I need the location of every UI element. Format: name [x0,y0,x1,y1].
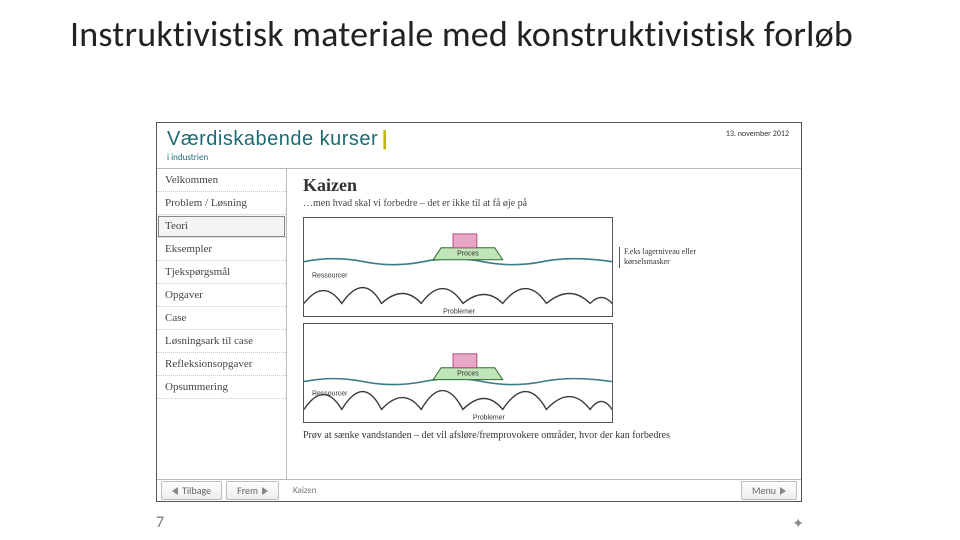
content-lead: …men hvad skal vi forbedre – det er ikke… [303,198,789,209]
logo-bar: | [382,128,388,150]
sidebar-item-refleksionsopgaver[interactable]: Refleksionsopgaver [157,353,286,376]
logo-main-text: Værdiskabende kurser [167,128,378,150]
sidebar-item-teori[interactable]: Teori [157,215,286,238]
nav-menu-label: Menu [752,484,776,497]
nav-back-button[interactable]: Tilbage [161,481,222,500]
header-date: 13. november 2012 [726,129,789,139]
embedded-screenshot: Værdiskabende kurser | i industrien 13. … [156,122,802,502]
diagram-lower-wave-label-2: Problemer [473,414,506,421]
nav-menu-button[interactable]: Menu [741,481,797,500]
chevron-right-icon [780,487,786,495]
diagram-side-note: F.eks lagerniveau eller kørselsmasker [619,247,709,268]
nav-forward-label: Frem [237,484,258,497]
ship-diagram-icon: Proces Ressourcer Problemer [304,218,612,317]
sidebar-item-losningsark[interactable]: Løsningsark til case [157,330,286,353]
sidebar-item-opsummering[interactable]: Opsummering [157,376,286,399]
diagram-box-upper: Proces Ressourcer Problemer [303,217,613,317]
diagram-lower-wave-label-1: Problemer [443,308,476,315]
sidebar-item-tjeksporgsmal[interactable]: Tjekspørgsmål [157,261,286,284]
logo-subtext: i industrien [167,152,388,163]
slide-page-number: 7 [156,513,164,532]
ship-diagram-lowered-icon: Proces Ressourcer Problemer [304,324,612,423]
nav-back-label: Tilbage [182,484,211,497]
embedded-header: Værdiskabende kurser | i industrien 13. … [157,123,801,169]
diagram-box-lower: Proces Ressourcer Problemer [303,323,613,423]
logo: Værdiskabende kurser | i industrien [167,129,388,163]
diagram-ship-label-upper: Proces [457,251,479,258]
diagram-ship-label-lower: Proces [457,371,479,378]
content-bottom-text: Prøv at sænke vandstanden – det vil afsl… [303,429,789,443]
slide-title: Instruktivistisk materiale med konstrukt… [70,14,853,55]
sidebar-item-problem-losning[interactable]: Problem / Løsning [157,192,286,215]
diagram-upper-wave-label-1: Ressourcer [312,273,348,280]
content-title: Kaizen [303,175,789,196]
embedded-body: Velkommen Problem / Løsning Teori Eksemp… [157,169,801,479]
sidebar-item-velkommen[interactable]: Velkommen [157,169,286,192]
embedded-nav-footer: Tilbage Frem Kaizen Menu [157,479,801,501]
sidebar-item-opgaver[interactable]: Opgaver [157,284,286,307]
sidebar-item-case[interactable]: Case [157,307,286,330]
sidebar: Velkommen Problem / Løsning Teori Eksemp… [157,169,287,479]
slide-star-icon: ✦ [792,515,804,532]
chevron-left-icon [172,487,178,495]
sidebar-item-eksempler[interactable]: Eksempler [157,238,286,261]
chevron-right-icon [262,487,268,495]
footer-middle-label: Kaizen [283,485,737,496]
content-area: Kaizen …men hvad skal vi forbedre – det … [287,169,801,479]
nav-forward-button[interactable]: Frem [226,481,279,500]
